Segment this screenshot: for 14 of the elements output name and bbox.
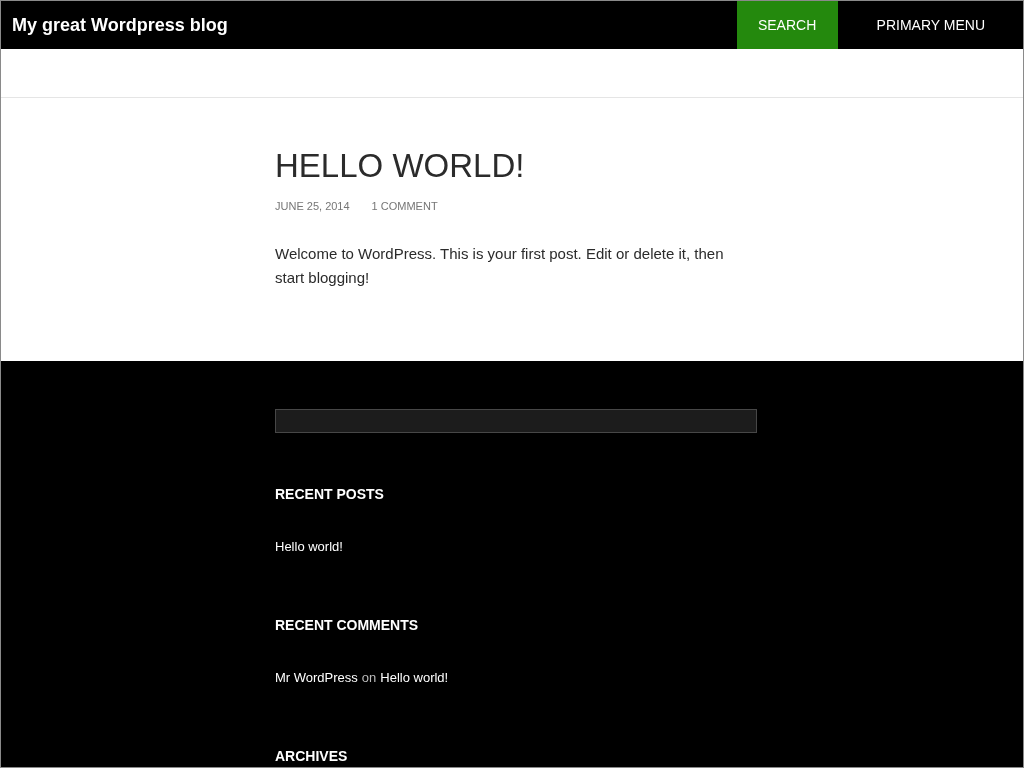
widget-title: RECENT POSTS <box>275 485 385 504</box>
search-field[interactable] <box>275 409 757 433</box>
post-link[interactable]: Hello world! <box>275 537 757 557</box>
search-button[interactable]: SEARCH <box>736 1 838 49</box>
comments-link[interactable]: 1 COMMENT <box>371 200 438 212</box>
post-title: HELLO WORLD! <box>275 146 526 186</box>
comment-author-link[interactable]: Mr WordPress <box>275 670 358 685</box>
site-title[interactable]: My great Wordpress blog <box>12 14 737 36</box>
post-body: Welcome to WordPress. This is your first post. Edit or delete it, then start blogging! <box>275 244 725 288</box>
widget-title: ARCHIVES <box>275 747 349 766</box>
comment-connector: on <box>361 670 377 685</box>
post-date[interactable]: JUNE 25, 2014 <box>275 200 350 212</box>
post-link[interactable]: Hello world! <box>380 670 449 685</box>
widget-title: RECENT COMMENTS <box>275 616 420 635</box>
